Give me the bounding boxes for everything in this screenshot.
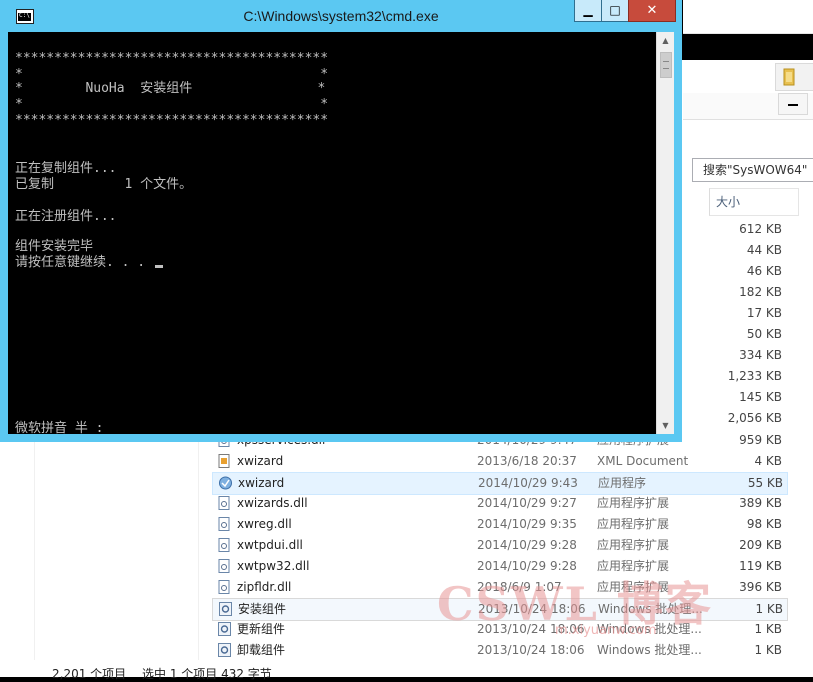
dll-file-icon	[218, 517, 231, 531]
minimize-icon: ▁	[583, 3, 593, 17]
file-date: 2014/10/29 9:43	[478, 476, 578, 490]
explorer-minimize-button[interactable]	[778, 93, 808, 115]
file-date: 2013/6/18 20:37	[477, 454, 577, 468]
explorer-title-bar	[683, 0, 813, 34]
file-row[interactable]: xwizard 2014/10/29 9:43 应用程序 55 KB	[212, 472, 788, 495]
batch-file-icon	[219, 602, 232, 616]
file-name: xwtpw32.dll	[237, 559, 310, 573]
dll-file-icon	[218, 538, 231, 552]
scroll-up-icon[interactable]: ▲	[657, 32, 674, 49]
file-name: 安装组件	[238, 602, 287, 616]
scroll-down-icon[interactable]: ▼	[657, 417, 674, 434]
file-size: 209 KB	[739, 538, 782, 552]
file-type: 应用程序扩展	[597, 538, 670, 552]
console-line: * NuoHa 安装组件 *	[15, 81, 326, 96]
dll-file-icon	[218, 559, 231, 573]
file-name: xwtpdui.dll	[237, 538, 303, 552]
console-line: 已复制 1 个文件。	[15, 177, 193, 192]
file-size: 182 KB	[739, 285, 782, 299]
console-output[interactable]: ****************************************…	[8, 32, 656, 434]
file-size: 50 KB	[746, 327, 782, 341]
console-line: 正在复制组件...	[15, 161, 117, 176]
file-name: 卸载组件	[237, 643, 286, 657]
console-line: ****************************************	[15, 113, 329, 128]
file-size: 55 KB	[747, 476, 783, 490]
file-size: 2,056 KB	[727, 411, 782, 425]
search-input[interactable]: 搜索"SysWOW64"	[692, 158, 813, 182]
close-icon: ✕	[646, 3, 658, 18]
file-date: 2014/10/29 9:27	[477, 496, 577, 510]
file-row[interactable]: xwizard 2013/6/18 20:37 XML Document 4 KB	[212, 451, 786, 472]
file-type: 应用程序扩展	[597, 517, 670, 531]
xml-file-icon	[218, 454, 231, 468]
file-size: 1,233 KB	[727, 369, 782, 383]
file-size: 1 KB	[754, 643, 782, 657]
file-row[interactable]: 卸载组件 2013/10/24 18:06 Windows 批处理... 1 KB	[212, 640, 786, 661]
console-icon[interactable]	[16, 9, 34, 24]
file-size: 98 KB	[746, 517, 782, 531]
folder-icon	[783, 68, 795, 86]
file-name: zipfldr.dll	[237, 580, 292, 594]
file-row[interactable]: xwreg.dll 2014/10/29 9:35 应用程序扩展 98 KB	[212, 514, 786, 535]
file-size: 4 KB	[754, 454, 782, 468]
maximize-button[interactable]: □	[601, 0, 629, 22]
file-size: 17 KB	[746, 306, 782, 320]
minimize-button[interactable]: ▁	[574, 0, 602, 22]
file-date: 2014/10/29 9:35	[477, 517, 577, 531]
console-line: 正在注册组件...	[15, 209, 117, 224]
file-size: 389 KB	[739, 496, 782, 510]
console-line-text: 请按任意键继续. . .	[15, 255, 153, 270]
status-selection: 选中 1 个项目 432 字节	[142, 667, 272, 681]
file-type: 应用程序扩展	[597, 496, 670, 510]
cmd-title-bar[interactable]: C:\Windows\system32\cmd.exe ▁ □ ✕	[0, 0, 682, 31]
console-line: 请按任意键继续. . .	[15, 256, 163, 270]
ime-status: 微软拼音 半 :	[15, 421, 104, 434]
status-bar: 2,201 个项目 选中 1 个项目 432 字节	[0, 661, 813, 681]
file-row[interactable]: xwizards.dll 2014/10/29 9:27 应用程序扩展 389 KB	[212, 493, 786, 514]
text-cursor	[154, 265, 163, 268]
file-type: Windows 批处理...	[597, 643, 702, 657]
file-date: 2014/10/29 9:28	[477, 538, 577, 552]
watermark-url: m.xiyuanw.com	[555, 623, 657, 638]
file-name: xwizard	[238, 476, 285, 490]
console-line: * *	[15, 97, 329, 112]
file-size: 119 KB	[739, 559, 782, 573]
file-type: XML Document	[597, 454, 689, 468]
file-size: 1 KB	[755, 602, 783, 616]
file-name: xwizard	[237, 454, 284, 468]
cmd-window[interactable]: C:\Windows\system32\cmd.exe ▁ □ ✕ ******…	[0, 0, 682, 442]
file-size: 145 KB	[739, 390, 782, 404]
explorer-taskbar-icon[interactable]	[775, 63, 813, 91]
file-size: 959 KB	[739, 433, 782, 447]
file-size: 1 KB	[754, 622, 782, 636]
maximize-icon: □	[609, 3, 621, 17]
file-size: 396 KB	[739, 580, 782, 594]
status-item-count: 2,201 个项目	[52, 667, 127, 681]
file-name: xwizards.dll	[237, 496, 308, 510]
file-size: 44 KB	[746, 243, 782, 257]
file-size: 334 KB	[739, 348, 782, 362]
file-date: 2013/10/24 18:06	[477, 643, 585, 657]
vertical-scrollbar[interactable]: ▲ ▼	[656, 32, 674, 434]
console-line: ****************************************	[15, 51, 329, 66]
file-name: xwreg.dll	[237, 517, 292, 531]
file-size: 46 KB	[746, 264, 782, 278]
console-line: 组件安装完毕	[15, 239, 94, 254]
scrollbar-thumb[interactable]	[660, 52, 672, 78]
file-type: 应用程序	[598, 476, 647, 490]
console-line: * *	[15, 67, 329, 82]
column-header-size[interactable]: 大小	[709, 188, 799, 216]
batch-file-icon	[218, 622, 231, 636]
dll-file-icon	[218, 580, 231, 594]
close-button[interactable]: ✕	[628, 0, 676, 22]
file-row[interactable]: xwtpdui.dll 2014/10/29 9:28 应用程序扩展 209 KB	[212, 535, 786, 556]
file-size: 612 KB	[739, 222, 782, 236]
dll-file-icon	[218, 496, 231, 510]
pane-divider[interactable]	[198, 430, 199, 660]
exe-file-icon	[219, 476, 232, 490]
batch-file-icon	[218, 643, 231, 657]
file-name: 更新组件	[237, 622, 286, 636]
